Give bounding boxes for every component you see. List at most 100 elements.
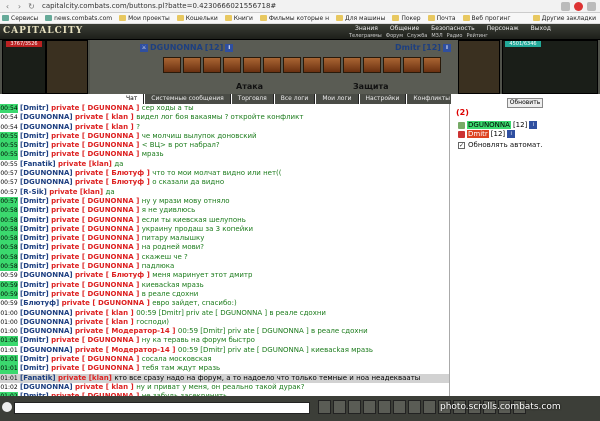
message-author[interactable]: [Dmitr]: [20, 364, 49, 373]
skill-icon[interactable]: [183, 57, 201, 73]
back-icon[interactable]: ‹: [3, 2, 12, 11]
private-target[interactable]: private [ Модератор-14 ]: [73, 327, 178, 336]
info-icon[interactable]: i: [442, 43, 451, 52]
star-icon[interactable]: [561, 1, 570, 11]
message-author[interactable]: [Dmitr]: [20, 290, 49, 299]
message-author[interactable]: [Dmitr]: [20, 150, 49, 159]
timestamp[interactable]: 00:58: [0, 252, 18, 263]
timestamp[interactable]: 00:58: [0, 243, 18, 253]
private-target[interactable]: private [ klan ]: [73, 383, 137, 392]
message-author[interactable]: [DGUNONNA]: [20, 178, 73, 187]
private-target[interactable]: private [ DGUNONNA ]: [49, 104, 142, 113]
bookmark-item[interactable]: Сервисы: [2, 15, 38, 22]
chat-tool-button[interactable]: [423, 400, 436, 414]
forward-icon[interactable]: ›: [15, 2, 24, 11]
message-author[interactable]: [DGUNONNA]: [20, 123, 73, 132]
online-user[interactable]: DGUNONNA [12] i: [458, 121, 538, 129]
private-target[interactable]: private [ klan ]: [73, 309, 137, 318]
timestamp[interactable]: 01:00: [0, 309, 18, 318]
sub-menu-item[interactable]: Рейтинг: [467, 33, 488, 39]
channel-icon[interactable]: [2, 402, 12, 412]
timestamp[interactable]: 00:54: [0, 123, 18, 132]
top-menu-item[interactable]: Общение: [390, 25, 419, 32]
timestamp[interactable]: 00:55: [0, 160, 18, 169]
private-target[interactable]: private [ Блютуф ]: [73, 169, 153, 178]
timestamp[interactable]: 00:58: [0, 234, 18, 244]
reload-icon[interactable]: ↻: [27, 2, 36, 11]
info-icon[interactable]: i: [529, 121, 538, 129]
timestamp[interactable]: 00:59: [0, 280, 18, 290]
message-author[interactable]: [Dmitr]: [20, 206, 49, 215]
bookmark-item[interactable]: Книги: [224, 15, 253, 22]
message-author[interactable]: [Dmitr]: [20, 281, 49, 290]
sub-menu-item[interactable]: Радио: [447, 33, 463, 39]
bookmark-item[interactable]: news.combats.com: [45, 15, 112, 22]
private-target[interactable]: private [ DGUNONNA ]: [49, 364, 142, 373]
message-author[interactable]: [Dmitr]: [20, 336, 49, 345]
message-author[interactable]: [Dmitr]: [20, 197, 49, 206]
player-right-name[interactable]: Dmitr [12] i: [395, 43, 451, 52]
timestamp[interactable]: 00:58: [0, 224, 18, 235]
message-author[interactable]: [DGUNONNA]: [20, 169, 73, 178]
top-menu-item[interactable]: Персонаж: [487, 25, 519, 32]
message-author[interactable]: [Dmitr]: [20, 104, 49, 113]
skill-icon[interactable]: [283, 57, 301, 73]
timestamp[interactable]: 00:58: [0, 215, 18, 225]
timestamp[interactable]: 00:55: [0, 131, 18, 142]
refresh-button[interactable]: Обновить: [507, 98, 543, 108]
private-target[interactable]: private [klan]: [56, 374, 115, 383]
chat-tool-button[interactable]: [393, 400, 406, 414]
private-target[interactable]: private [ DGUNONNA ]: [49, 355, 142, 364]
message-author[interactable]: [DGUNONNA]: [20, 383, 73, 392]
sub-menu-item[interactable]: МЗЛ: [431, 33, 442, 39]
player-left-portrait[interactable]: [2, 40, 46, 94]
timestamp[interactable]: 00:57: [0, 169, 18, 178]
timestamp[interactable]: 01:01: [0, 346, 18, 355]
timestamp[interactable]: 00:59: [0, 271, 18, 280]
bookmark-other[interactable]: Другие закладки: [532, 15, 596, 22]
private-target[interactable]: private [ Блютуф ]: [73, 178, 153, 187]
sub-menu-item[interactable]: Форум: [386, 33, 403, 39]
message-author[interactable]: [R-Sik]: [20, 188, 47, 197]
private-target[interactable]: private [ DGUNONNA ]: [49, 206, 142, 215]
url-field[interactable]: capitalcity.combats.com/buttons.pl?batte…: [42, 2, 276, 10]
timestamp[interactable]: 01:02: [0, 383, 18, 392]
private-target[interactable]: private [ DGUNONNA ]: [49, 141, 142, 150]
private-target[interactable]: private [ klan ]: [73, 113, 137, 122]
message-author[interactable]: [Dmitr]: [20, 234, 49, 243]
message-author[interactable]: [DGUNONNA]: [20, 318, 73, 327]
private-target[interactable]: private [klan]: [56, 160, 115, 169]
message-author[interactable]: [Dmitr]: [20, 262, 49, 271]
timestamp[interactable]: 01:01: [0, 364, 18, 374]
timestamp[interactable]: 00:54: [0, 104, 18, 114]
info-icon[interactable]: i: [507, 130, 516, 138]
timestamp[interactable]: 00:55: [0, 141, 18, 151]
private-target[interactable]: private [klan]: [47, 188, 106, 197]
skill-icon[interactable]: [163, 57, 181, 73]
skill-icon[interactable]: [303, 57, 321, 73]
skill-icon[interactable]: [263, 57, 281, 73]
bookmark-item[interactable]: Мои проекты: [119, 15, 170, 22]
message-author[interactable]: [DGUNONNA]: [20, 309, 73, 318]
online-user[interactable]: Dmitr [12] i: [458, 130, 516, 138]
auto-refresh[interactable]: ✓ Обновлять автомат.: [458, 141, 543, 149]
private-target[interactable]: private [ DGUNONNA ]: [49, 336, 142, 345]
timestamp[interactable]: 01:00: [0, 336, 18, 346]
private-target[interactable]: private [ klan ]: [73, 318, 137, 327]
skill-icon[interactable]: [203, 57, 221, 73]
bookmark-item[interactable]: Кошельки: [176, 15, 218, 22]
tab-4[interactable]: Все логи: [274, 94, 316, 104]
chat-tool-button[interactable]: [333, 400, 346, 414]
private-target[interactable]: private [ DGUNONNA ]: [49, 243, 142, 252]
sub-menu-item[interactable]: Служба: [407, 33, 427, 39]
chat-tool-button[interactable]: [408, 400, 421, 414]
message-author[interactable]: [DGUNONNA]: [20, 346, 73, 355]
private-target[interactable]: private [ DGUNONNA ]: [49, 262, 142, 271]
private-target[interactable]: private [ DGUNONNA ]: [49, 197, 142, 206]
message-author[interactable]: [Fanatik]: [20, 160, 56, 169]
extension-icon[interactable]: [574, 1, 583, 11]
skill-icon[interactable]: [323, 57, 341, 73]
info-icon[interactable]: i: [225, 43, 234, 52]
timestamp[interactable]: 01:00: [0, 318, 18, 327]
message-author[interactable]: [DGUNONNA]: [20, 271, 73, 280]
